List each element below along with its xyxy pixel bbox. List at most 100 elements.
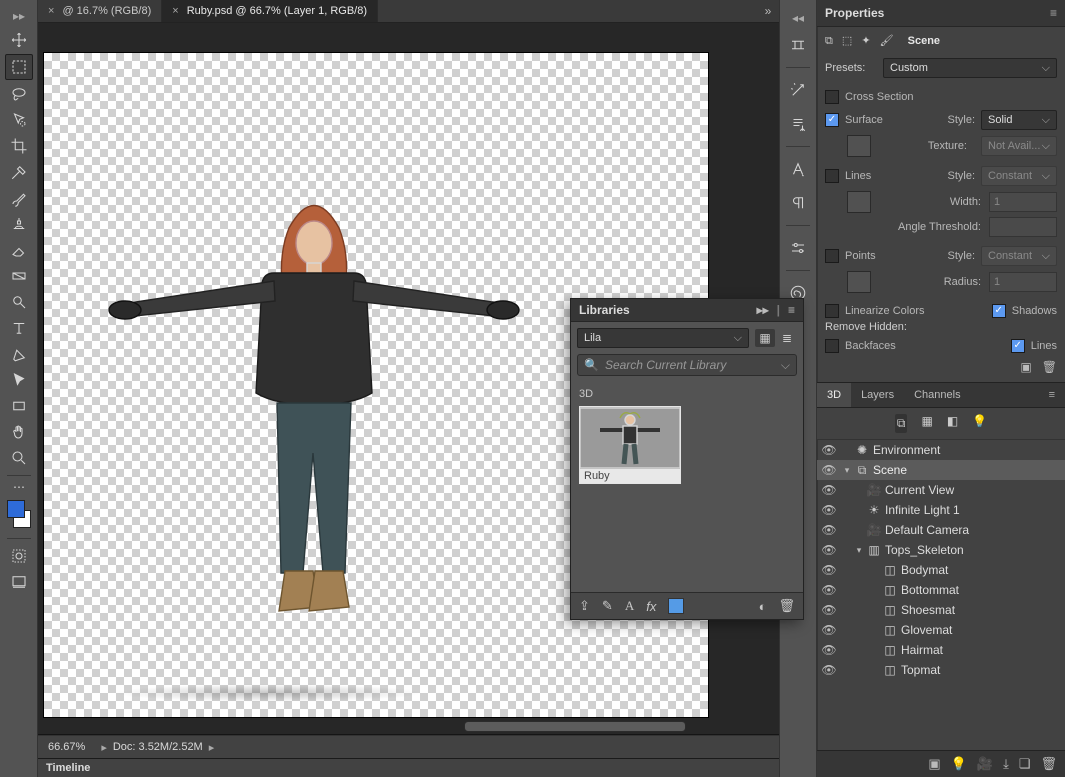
color-chip-icon[interactable]: [668, 598, 684, 614]
visibility-toggle[interactable]: 👁: [817, 643, 841, 657]
close-icon[interactable]: ×: [48, 5, 54, 17]
crop-tool[interactable]: [6, 134, 32, 158]
new-item-icon[interactable]: ❏: [1019, 756, 1031, 772]
color-swatches[interactable]: [5, 500, 33, 528]
tree-row-scene[interactable]: 👁 ▾ ⧉ Scene: [817, 460, 1065, 480]
backfaces-checkbox[interactable]: [825, 339, 839, 353]
grid-view-button[interactable]: ▦: [755, 329, 775, 347]
fx-icon[interactable]: fx: [646, 599, 656, 614]
screen-mode-tool[interactable]: [6, 570, 32, 594]
library-search[interactable]: 🔍 Search Current Library ⌵: [577, 354, 797, 376]
text-style-icon[interactable]: A: [625, 598, 634, 614]
filter-mesh-icon[interactable]: ▦: [921, 414, 932, 433]
pen-tool[interactable]: [6, 342, 32, 366]
cross-section-checkbox[interactable]: [825, 90, 839, 104]
visibility-toggle[interactable]: 👁: [817, 443, 841, 457]
visibility-toggle[interactable]: 👁: [817, 483, 841, 497]
surface-style-select[interactable]: Solid⌵: [981, 110, 1057, 130]
shadows-checkbox[interactable]: [992, 304, 1006, 318]
surface-checkbox[interactable]: [825, 113, 839, 127]
tree-row-current-view[interactable]: 👁 🎥 Current View: [817, 480, 1065, 500]
new-light-icon[interactable]: 💡: [951, 756, 967, 772]
tree-row-default-camera[interactable]: 👁 🎥 Default Camera: [817, 520, 1065, 540]
path-selection-tool[interactable]: [6, 368, 32, 392]
cloud-icon[interactable]: ◐: [759, 599, 767, 614]
expand-tabs-icon[interactable]: »: [757, 0, 779, 22]
filter-scene-icon[interactable]: ⧉: [895, 414, 908, 433]
add-object-icon[interactable]: ▣: [928, 756, 940, 772]
points-checkbox[interactable]: [825, 249, 839, 263]
adjust-spacing-icon[interactable]: [784, 31, 812, 59]
wand-icon[interactable]: [784, 76, 812, 104]
panel-menu-icon[interactable]: ≡: [788, 303, 795, 317]
surface-color-swatch[interactable]: [847, 135, 871, 157]
tree-row-bodymat[interactable]: 👁 ◫ Bodymat: [817, 560, 1065, 580]
panel-menu-icon[interactable]: ≡: [1039, 383, 1065, 407]
tree-row-topmat[interactable]: 👁 ◫ Topmat: [817, 660, 1065, 680]
horizontal-scrollbar[interactable]: [464, 721, 686, 732]
trash-icon[interactable]: 🗑: [1040, 756, 1057, 772]
document-tab-inactive[interactable]: × @ 16.7% (RGB/8): [38, 0, 162, 22]
paragraph-panel-icon[interactable]: [784, 189, 812, 217]
filter-light-icon[interactable]: 💡: [972, 414, 987, 433]
visibility-toggle[interactable]: 👁: [817, 583, 841, 597]
collapse-icon[interactable]: ▾: [841, 465, 853, 476]
visibility-toggle[interactable]: 👁: [817, 543, 841, 557]
paragraph-styles-icon[interactable]: [784, 110, 812, 138]
visibility-toggle[interactable]: 👁: [817, 523, 841, 537]
render-icon[interactable]: ▣: [1020, 360, 1031, 374]
collapse-icon[interactable]: ▸▸: [757, 303, 769, 317]
trash-icon[interactable]: 🗑: [778, 598, 795, 614]
panel-menu-icon[interactable]: ≡: [1050, 6, 1057, 20]
add-to-ground-icon[interactable]: ⤓: [1003, 756, 1009, 772]
zoom-level[interactable]: 66.67%: [48, 741, 85, 753]
timeline-panel-tab[interactable]: Timeline: [38, 759, 779, 777]
tab-3d[interactable]: 3D: [817, 383, 851, 407]
tab-channels[interactable]: Channels: [904, 383, 970, 407]
trash-icon[interactable]: 🗑: [1042, 360, 1057, 374]
list-view-button[interactable]: ≣: [777, 329, 797, 347]
visibility-toggle[interactable]: 👁: [817, 463, 841, 477]
tree-row-infinite-light[interactable]: 👁 ☀ Infinite Light 1: [817, 500, 1065, 520]
gradient-tool[interactable]: [6, 264, 32, 288]
tree-row-bottommat[interactable]: 👁 ◫ Bottommat: [817, 580, 1065, 600]
visibility-toggle[interactable]: 👁: [817, 563, 841, 577]
light-tab-icon[interactable]: ✦: [861, 35, 870, 47]
chevron-right-icon[interactable]: ▸: [101, 741, 107, 754]
brush-tool[interactable]: [6, 186, 32, 210]
clone-stamp-tool[interactable]: [6, 212, 32, 236]
marquee-tool[interactable]: [5, 54, 33, 80]
toolbar-more[interactable]: ⋯: [6, 481, 32, 493]
character-panel-icon[interactable]: [784, 155, 812, 183]
hand-tool[interactable]: [6, 420, 32, 444]
tree-row-environment[interactable]: 👁 ✺ Environment: [817, 440, 1065, 460]
presets-select[interactable]: Custom⌵: [883, 58, 1057, 78]
chevron-right-icon[interactable]: ▸: [209, 741, 215, 754]
library-select[interactable]: Lila ⌵: [577, 328, 749, 348]
scene-tab-icon[interactable]: ⧉: [825, 35, 833, 47]
close-icon[interactable]: ×: [172, 5, 178, 17]
tree-row-skeleton[interactable]: 👁 ▾ ▥ Tops_Skeleton: [817, 540, 1065, 560]
document-tab-active[interactable]: × Ruby.psd @ 66.7% (Layer 1, RGB/8): [162, 0, 378, 22]
rectangle-tool[interactable]: [6, 394, 32, 418]
type-tool[interactable]: [6, 316, 32, 340]
lasso-tool[interactable]: [6, 82, 32, 106]
tab-layers[interactable]: Layers: [851, 383, 904, 407]
collapse-handle-icon[interactable]: ◂◂: [784, 11, 812, 25]
zoom-tool[interactable]: [6, 446, 32, 470]
library-item[interactable]: Ruby: [579, 406, 681, 484]
collapse-icon[interactable]: ▾: [841, 545, 865, 556]
foreground-color-swatch[interactable]: [7, 500, 25, 518]
collapse-handle-icon[interactable]: ▸▸: [6, 9, 32, 23]
tree-row-glovemat[interactable]: 👁 ◫ Glovemat: [817, 620, 1065, 640]
filter-material-icon[interactable]: ◧: [947, 414, 958, 433]
eyedropper-tool[interactable]: [6, 160, 32, 184]
brush-add-icon[interactable]: ✎: [602, 598, 613, 614]
mesh-tab-icon[interactable]: ⬚: [842, 35, 852, 47]
visibility-toggle[interactable]: 👁: [817, 663, 841, 677]
dodge-tool[interactable]: [6, 290, 32, 314]
remove-lines-checkbox[interactable]: [1011, 339, 1025, 353]
tree-row-shoesmat[interactable]: 👁 ◫ Shoesmat: [817, 600, 1065, 620]
quick-selection-tool[interactable]: [6, 108, 32, 132]
move-tool[interactable]: [6, 28, 32, 52]
